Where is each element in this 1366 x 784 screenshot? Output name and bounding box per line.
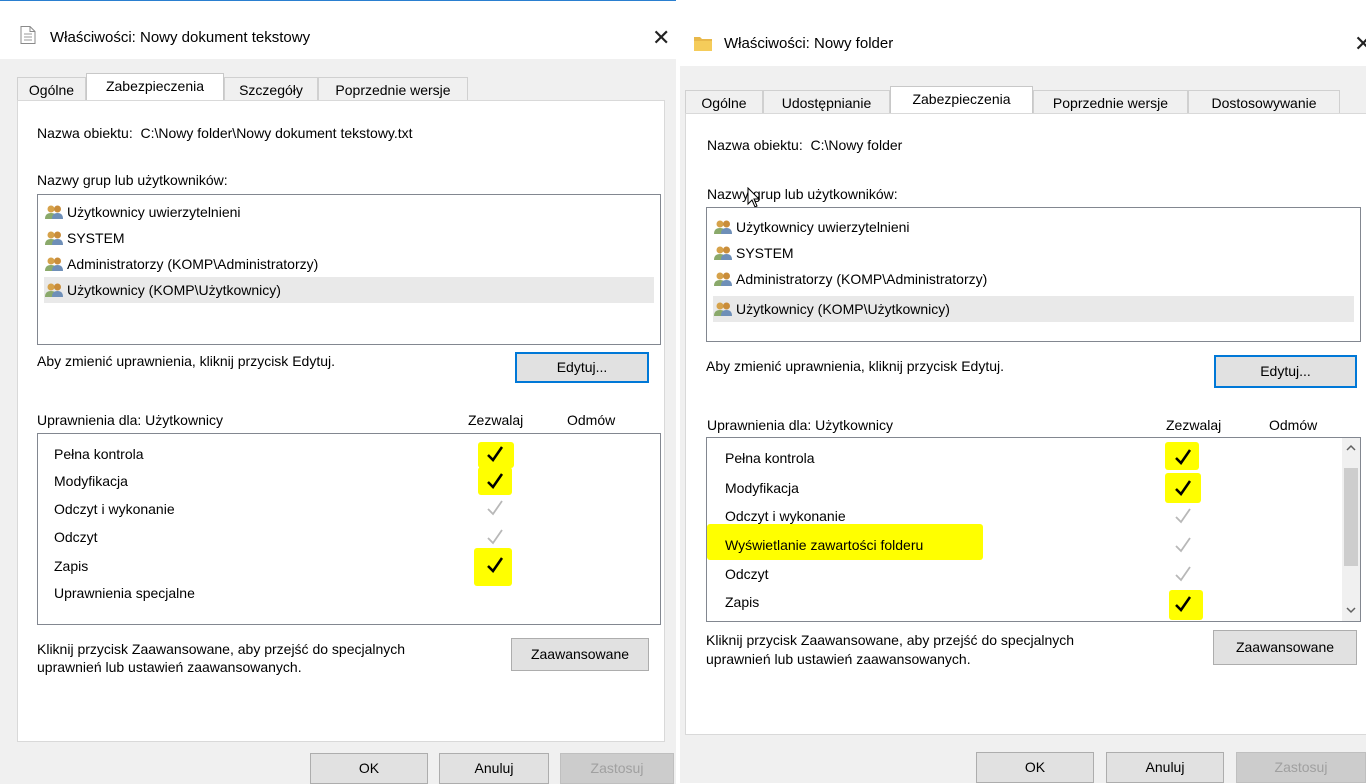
edit-hint: Aby zmienić uprawnienia, kliknij przycis… — [37, 353, 335, 369]
permission-full-control: Pełna kontrola — [725, 450, 815, 466]
close-icon[interactable]: ✕ — [1354, 33, 1366, 55]
allow-header: Zezwalaj — [1166, 417, 1222, 433]
user-item-users[interactable]: Użytkownicy (KOMP\Użytkownicy) — [713, 296, 1354, 322]
users-listbox[interactable]: Użytkownicy uwierzytelnieni SYSTEM Admin… — [706, 207, 1361, 342]
tab-customize[interactable]: Dostosowywanie — [1188, 90, 1340, 114]
allow-check-icon — [1175, 596, 1192, 612]
user-group-icon — [714, 246, 732, 260]
tab-previous-versions[interactable]: Poprzednie wersje — [1033, 90, 1188, 114]
apply-button[interactable]: Zastosuj — [1236, 752, 1366, 783]
permission-read: Odczyt — [54, 529, 98, 545]
user-item-system[interactable]: SYSTEM — [713, 240, 1354, 266]
permission-read: Odczyt — [725, 566, 769, 582]
permissions-list: Pełna kontrola Modyfikacja Odczyt i wyko… — [37, 433, 661, 625]
permission-special: Uprawnienia specjalne — [54, 585, 195, 601]
user-item-users[interactable]: Użytkownicy (KOMP\Użytkownicy) — [44, 277, 654, 303]
permissions-list: Pełna kontrola Modyfikacja Odczyt i wyko… — [706, 437, 1361, 622]
user-group-icon — [45, 231, 63, 245]
user-item-system[interactable]: SYSTEM — [44, 225, 654, 251]
advanced-hint-line2: uprawnień lub ustawień zaawansowanych. — [706, 651, 971, 667]
tab-details[interactable]: Szczegóły — [224, 77, 318, 101]
permission-write: Zapis — [725, 594, 760, 610]
permission-read-execute: Odczyt i wykonanie — [54, 501, 175, 517]
scroll-down-icon[interactable] — [1346, 606, 1356, 614]
edit-button[interactable]: Edytuj... — [515, 352, 649, 383]
deny-header: Odmów — [1269, 417, 1318, 433]
ok-button[interactable]: OK — [976, 752, 1094, 783]
inherited-check-icon — [1175, 508, 1191, 524]
object-name-label: Nazwa obiektu: C:\Nowy folder — [707, 137, 903, 153]
tab-general[interactable]: Ogólne — [17, 77, 86, 101]
ok-button[interactable]: OK — [310, 753, 428, 784]
cancel-button[interactable]: Anuluj — [1106, 752, 1224, 783]
user-group-icon — [45, 205, 63, 219]
tab-security[interactable]: Zabezpieczenia — [890, 86, 1033, 114]
window-title: Właściwości: Nowy folder — [724, 35, 894, 52]
tab-previous-versions[interactable]: Poprzednie wersje — [318, 77, 468, 101]
allow-check-icon — [487, 446, 504, 462]
properties-dialog-folder: Właściwości: Nowy folder ✕ Ogólne Udostę… — [680, 0, 1366, 783]
apply-button[interactable]: Zastosuj — [560, 753, 674, 784]
window-title: Właściwości: Nowy dokument tekstowy — [50, 29, 311, 46]
advanced-hint-line1: Kliknij przycisk Zaawansowane, aby przej… — [37, 641, 406, 657]
tab-sharing[interactable]: Udostępnianie — [763, 90, 890, 114]
permission-modify: Modyfikacja — [54, 473, 128, 489]
inherited-check-icon — [1175, 537, 1191, 553]
users-listbox[interactable]: Użytkownicy uwierzytelnieni SYSTEM Admin… — [37, 194, 661, 345]
scroll-up-icon[interactable] — [1346, 444, 1356, 452]
deny-header: Odmów — [567, 412, 616, 428]
advanced-hint-line1: Kliknij przycisk Zaawansowane, aby przej… — [706, 632, 1075, 648]
permission-full-control: Pełna kontrola — [54, 446, 144, 462]
mouse-pointer-icon — [747, 187, 761, 208]
permissions-scrollbar[interactable] — [1342, 438, 1360, 621]
user-item-authenticated[interactable]: Użytkownicy uwierzytelnieni — [44, 199, 654, 225]
permission-modify: Modyfikacja — [725, 480, 799, 496]
allow-check-icon — [487, 473, 504, 489]
edit-button[interactable]: Edytuj... — [1214, 355, 1357, 388]
allow-check-icon — [487, 557, 504, 573]
advanced-button[interactable]: Zaawansowane — [511, 638, 649, 671]
title-bar: Właściwości: Nowy dokument tekstowy ✕ — [0, 1, 676, 59]
permission-list-folder: Wyświetlanie zawartości folderu — [725, 537, 924, 553]
inherited-check-icon — [487, 500, 503, 516]
user-group-icon — [45, 257, 63, 271]
groups-label: Nazwy grup lub użytkowników: — [707, 186, 898, 202]
inherited-check-icon — [487, 529, 503, 545]
close-icon[interactable]: ✕ — [652, 27, 670, 49]
title-bar: Właściwości: Nowy folder ✕ — [680, 0, 1366, 66]
user-group-icon — [714, 302, 732, 316]
folder-icon — [694, 37, 712, 51]
permission-write: Zapis — [54, 558, 89, 574]
allow-check-icon — [1175, 480, 1192, 496]
permission-read-execute: Odczyt i wykonanie — [725, 508, 846, 524]
scrollbar-thumb[interactable] — [1344, 468, 1358, 566]
user-group-icon — [45, 283, 63, 297]
text-document-icon — [20, 26, 36, 44]
object-name-label: Nazwa obiektu: C:\Nowy folder\Nowy dokum… — [37, 125, 413, 141]
inherited-check-icon — [1175, 566, 1191, 582]
allow-header: Zezwalaj — [468, 412, 524, 428]
user-item-authenticated[interactable]: Użytkownicy uwierzytelnieni — [713, 214, 1354, 240]
user-group-icon — [714, 220, 732, 234]
groups-label: Nazwy grup lub użytkowników: — [37, 172, 228, 188]
user-item-administrators[interactable]: Administratorzy (KOMP\Administratorzy) — [44, 251, 654, 277]
cancel-button[interactable]: Anuluj — [439, 753, 549, 784]
tab-general[interactable]: Ogólne — [685, 90, 763, 114]
advanced-button[interactable]: Zaawansowane — [1213, 630, 1357, 665]
advanced-hint-line2: uprawnień lub ustawień zaawansowanych. — [37, 659, 302, 675]
edit-hint: Aby zmienić uprawnienia, kliknij przycis… — [706, 358, 1004, 374]
permissions-for-label: Uprawnienia dla: Użytkownicy — [707, 417, 893, 433]
tab-security[interactable]: Zabezpieczenia — [86, 73, 224, 101]
user-group-icon — [714, 272, 732, 286]
allow-check-icon — [1175, 449, 1192, 465]
permissions-for-label: Uprawnienia dla: Użytkownicy — [37, 412, 223, 428]
user-item-administrators[interactable]: Administratorzy (KOMP\Administratorzy) — [713, 266, 1354, 292]
properties-dialog-file: Właściwości: Nowy dokument tekstowy ✕ Og… — [0, 0, 676, 784]
